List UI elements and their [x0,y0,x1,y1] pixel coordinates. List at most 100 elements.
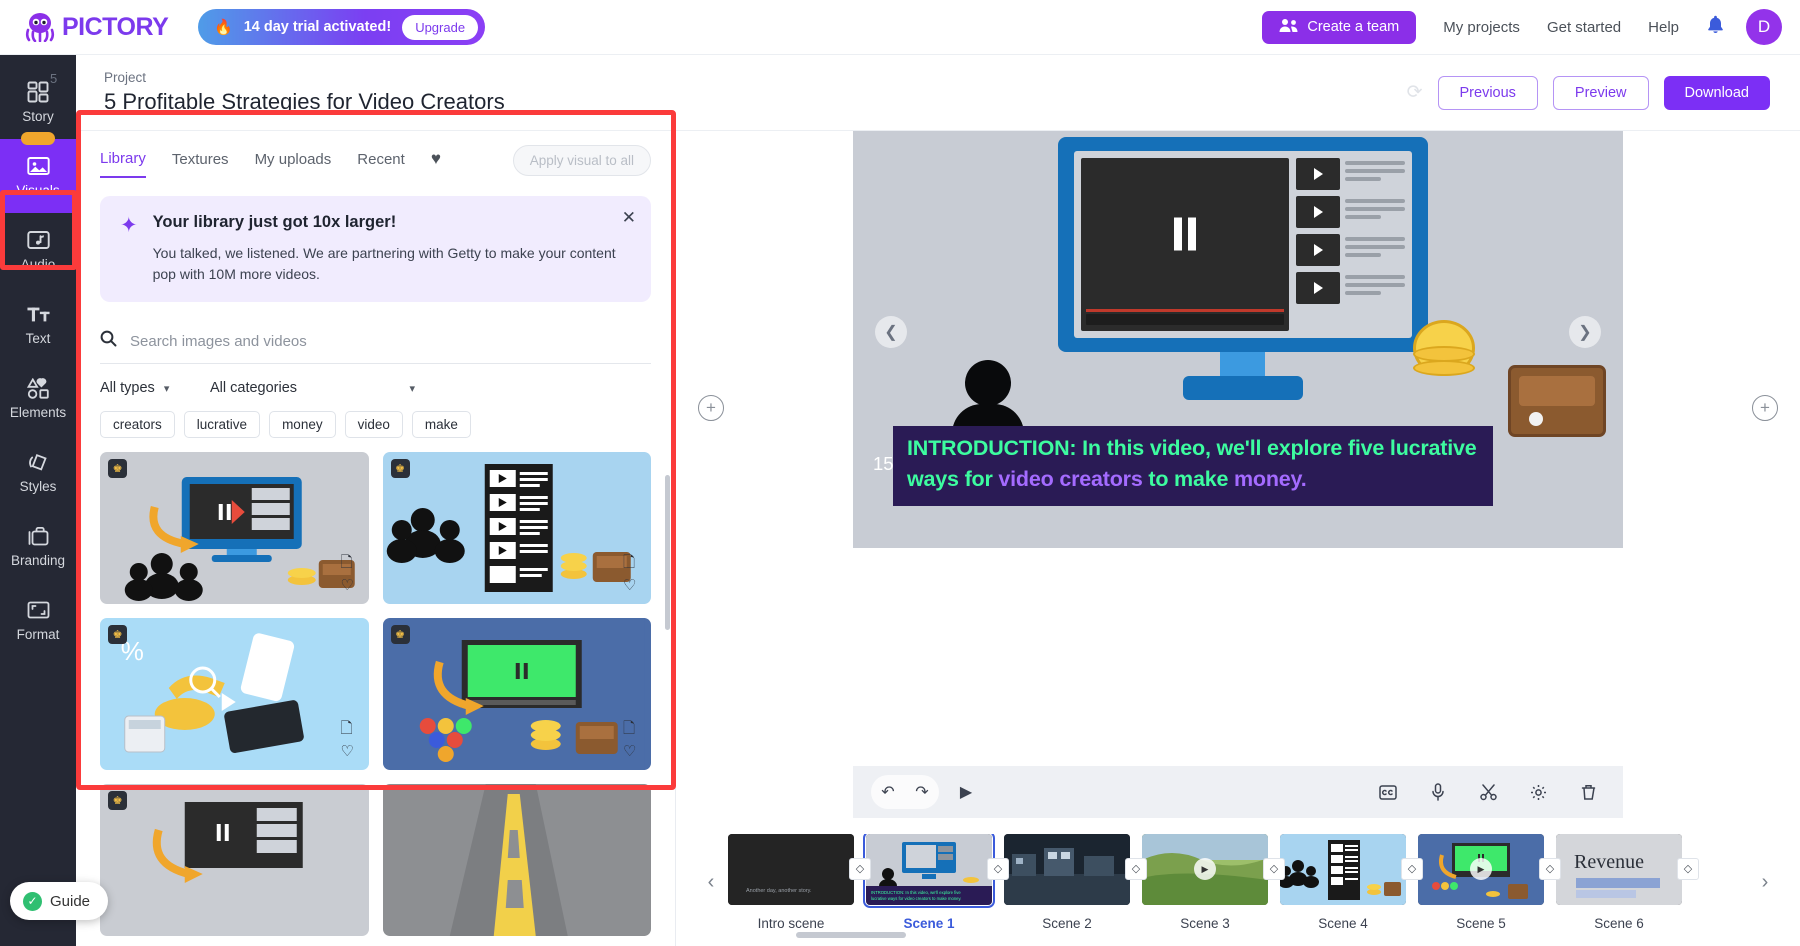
download-button[interactable]: Download [1664,76,1771,110]
transition-button[interactable]: ◇ [849,858,871,880]
sidebar-item-branding[interactable]: Branding [0,509,76,583]
refresh-icon[interactable]: ⟳ [1407,81,1423,104]
media-card[interactable]: ♚ 🗋 ♡ [100,452,369,604]
favorite-heart-icon[interactable]: ♡ [341,576,360,595]
media-card[interactable]: ♚ [100,784,369,936]
preview-button[interactable]: Preview [1553,76,1649,110]
tag-chip[interactable]: lucrative [184,411,260,438]
nav-get-started[interactable]: Get started [1547,19,1621,36]
timeline-scene-2[interactable]: ◇ Scene 2 [1004,834,1130,931]
undo-icon[interactable]: ↶ [871,775,905,809]
create-team-button[interactable]: Create a team [1262,11,1416,44]
text-icon [27,303,50,326]
media-card[interactable]: ♚ 🗋 ♡ [383,618,652,770]
sidebar-item-visuals[interactable]: Visuals [0,139,76,213]
timeline-scene-1[interactable]: INTRODUCTION: In this video, we'll explo… [866,834,992,931]
duplicate-icon[interactable]: 🗋 [623,718,642,737]
sidebar-item-format[interactable]: Format [0,583,76,657]
close-icon[interactable]: ✕ [622,208,636,228]
play-icon[interactable]: ▶ [1194,858,1216,880]
settings-gear-icon[interactable] [1521,775,1555,809]
transition-button[interactable]: ◇ [1125,858,1147,880]
timeline-next-button[interactable]: › [1754,871,1776,894]
microphone-icon[interactable] [1421,775,1455,809]
sidebar-item-text[interactable]: Text [0,287,76,361]
scene-thumbnail[interactable]: INTRODUCTION: In this video, we'll explo… [866,834,992,905]
search-input[interactable] [130,333,651,350]
scene-thumbnail[interactable] [1280,834,1406,905]
add-scene-after-button[interactable]: + [1752,395,1778,421]
play-icon[interactable]: ▶ [1470,858,1492,880]
nav-help[interactable]: Help [1648,19,1679,36]
favorite-heart-icon[interactable]: ♡ [341,742,360,761]
filter-all-types[interactable]: All types ▾ [100,380,210,396]
panel-scrollbar[interactable] [665,475,670,630]
trash-icon[interactable] [1571,775,1605,809]
tab-textures[interactable]: Textures [172,151,229,177]
scene-thumbnail[interactable]: ▶ [1142,834,1268,905]
pictory-logo[interactable]: PICTORY ™ [18,12,176,42]
redo-icon[interactable]: ↷ [905,775,939,809]
tag-chip[interactable]: video [345,411,403,438]
previous-button[interactable]: Previous [1438,76,1538,110]
nav-my-projects[interactable]: My projects [1443,19,1520,36]
play-icon[interactable]: ▶ [949,775,983,809]
guide-button[interactable]: ✓ Guide [10,882,108,920]
crop-icon [27,599,50,622]
transition-button[interactable]: ◇ [1401,858,1423,880]
add-scene-before-button[interactable]: + [698,395,724,421]
timeline-scene-intro[interactable]: 👁 Another day, another story. ◇ Intro sc… [728,834,854,931]
sidebar-item-elements[interactable]: Elements [0,361,76,435]
media-card[interactable]: ♚ 🗋 ♡ [383,452,652,604]
notifications-bell-icon[interactable] [1707,15,1724,39]
scene-thumbnail[interactable]: Another day, another story. [728,834,854,905]
transition-button[interactable]: ◇ [1677,858,1699,880]
timeline-scene-6[interactable]: Revenue ◇ Scene 6 [1556,834,1682,931]
media-card[interactable] [383,784,652,936]
undo-redo-group: ↶ ↷ [871,775,939,809]
tag-chip[interactable]: money [269,411,336,438]
tab-recent[interactable]: Recent [357,151,405,177]
duplicate-icon[interactable]: 🗋 [623,552,642,571]
captions-icon[interactable] [1371,775,1405,809]
video-canvas[interactable]: ❮ ❯ [853,115,1623,548]
scene-thumbnail[interactable]: ▶ [1418,834,1544,905]
tab-library[interactable]: Library [100,150,146,178]
timeline-prev-button[interactable]: ‹ [700,871,722,894]
svg-text:lucrative ways for video creat: lucrative ways for video creators to mak… [871,896,962,901]
duplicate-icon[interactable]: 🗋 [341,718,360,737]
next-scene-arrow[interactable]: ❯ [1569,316,1601,348]
user-avatar[interactable]: D [1746,9,1782,45]
timeline-scene-4[interactable]: ◇ Scene 4 [1280,834,1406,931]
scissors-icon[interactable] [1471,775,1505,809]
sidebar-item-audio[interactable]: Audio [0,213,76,287]
media-card[interactable]: % ♚ 🗋 ♡ [100,618,369,770]
filter-all-categories[interactable]: All categories ▾ [210,380,415,396]
transition-button[interactable]: ◇ [1539,858,1561,880]
play-icon [1296,234,1340,266]
transition-button[interactable]: ◇ [1263,858,1285,880]
play-icon [1296,158,1340,190]
apply-visual-to-all-button[interactable]: Apply visual to all [513,145,651,176]
duplicate-icon[interactable]: 🗋 [341,552,360,571]
favorites-heart-icon[interactable]: ♥ [431,149,441,178]
tab-my-uploads[interactable]: My uploads [255,151,332,177]
tag-chip[interactable]: creators [100,411,175,438]
scene-thumbnail[interactable]: Revenue [1556,834,1682,905]
transition-button[interactable]: ◇ [987,858,1009,880]
caption-overlay[interactable]: INTRODUCTION: In this video, we'll explo… [893,426,1493,506]
favorite-heart-icon[interactable]: ♡ [623,576,642,595]
sidebar-item-styles[interactable]: Styles [0,435,76,509]
wallet-flap [1519,376,1595,406]
sidebar-item-story[interactable]: Story [0,65,76,139]
timeline-scene-3[interactable]: ▶ ◇ Scene 3 [1142,834,1268,931]
tag-chip[interactable]: make [412,411,471,438]
favorite-heart-icon[interactable]: ♡ [623,742,642,761]
scene-thumbnail[interactable] [1004,834,1130,905]
sidebar-label-visuals: Visuals [16,183,59,198]
image-icon [27,155,50,178]
timeline-scrollbar[interactable] [796,932,906,938]
previous-scene-arrow[interactable]: ❮ [875,316,907,348]
upgrade-button[interactable]: Upgrade [402,15,478,40]
timeline-scene-5[interactable]: ▶ ◇ Scene 5 [1418,834,1544,931]
